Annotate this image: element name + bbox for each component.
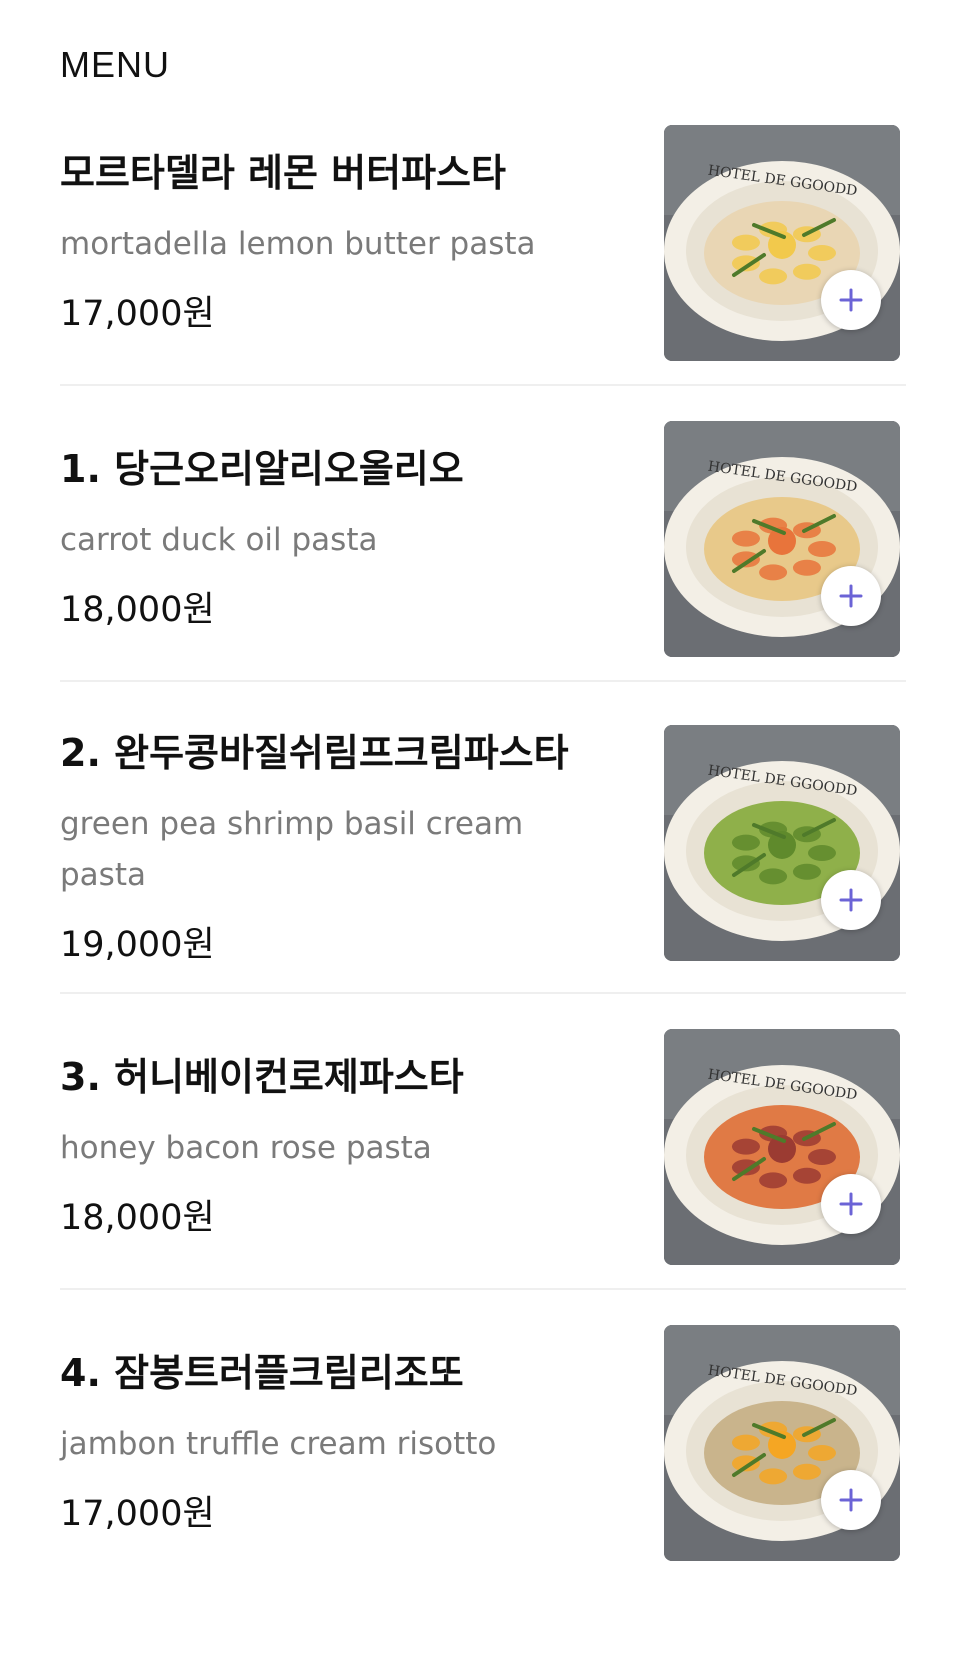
menu-item-price: 18,000원 <box>60 1198 215 1238</box>
menu-item-description: green pea shrimp basil cream pasta <box>60 806 524 893</box>
divider <box>60 384 906 386</box>
menu-item-price: 17,000원 <box>60 1494 215 1534</box>
add-button[interactable] <box>821 870 881 930</box>
page-title: MENU <box>60 44 170 85</box>
menu-item-price: 17,000원 <box>60 294 215 334</box>
menu-item-price: 19,000원 <box>60 925 215 965</box>
menu-item-description: jambon truffle cream risotto <box>60 1426 497 1462</box>
menu-item-name: 모르타델라 레몬 버터파스타 <box>60 151 506 195</box>
add-button[interactable] <box>821 1174 881 1234</box>
menu-item-name: 4. 잠봉트러플크림리조또 <box>60 1351 464 1395</box>
menu-item-description: honey bacon rose pasta <box>60 1130 432 1166</box>
add-button[interactable] <box>821 1470 881 1530</box>
divider <box>60 1288 906 1290</box>
menu-item-description: mortadella lemon butter pasta <box>60 226 536 262</box>
plus-icon <box>839 584 863 608</box>
menu-item-name: 3. 허니베이컨로제파스타 <box>60 1055 464 1099</box>
add-button[interactable] <box>821 566 881 626</box>
menu-item-description: carrot duck oil pasta <box>60 522 378 558</box>
divider <box>60 680 906 682</box>
add-button[interactable] <box>821 270 881 330</box>
menu-page: MENU 모르타델라 레몬 버터파스타 mortadella lemon but… <box>0 0 966 1665</box>
menu-item-price: 18,000원 <box>60 590 215 630</box>
plus-icon <box>839 888 863 912</box>
menu-item-name: 2. 완두콩바질쉬림프크림파스타 <box>60 731 569 775</box>
plus-icon <box>839 1488 863 1512</box>
divider <box>60 992 906 994</box>
menu-item-name: 1. 당근오리알리오올리오 <box>60 447 464 491</box>
plus-icon <box>839 1192 863 1216</box>
plus-icon <box>839 288 863 312</box>
